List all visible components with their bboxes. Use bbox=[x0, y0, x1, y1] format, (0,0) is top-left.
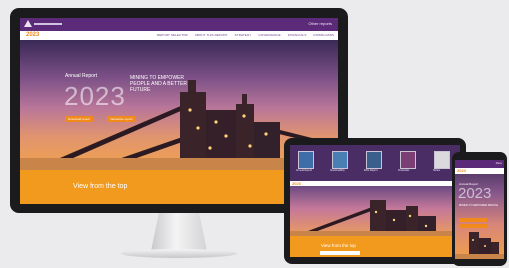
thumb-caption: Notice bbox=[433, 169, 441, 172]
nav-item-financials[interactable]: FINANCIALS bbox=[288, 33, 307, 37]
phone-plant-image bbox=[455, 232, 504, 259]
thumb-caption: Sustainability bbox=[330, 169, 345, 172]
tablet-hero bbox=[290, 186, 460, 236]
monitor-stand-neck bbox=[151, 213, 207, 251]
phone-menu-link[interactable]: Menu bbox=[496, 162, 502, 165]
logo-triangle-icon bbox=[24, 20, 32, 27]
phone-navbar: 2023 bbox=[455, 168, 504, 174]
view-from-top-heading[interactable]: View from the top bbox=[73, 183, 127, 190]
thumb-caption: ESG Report bbox=[364, 169, 378, 172]
other-reports-link[interactable]: Other reports bbox=[308, 21, 332, 26]
hero-report-label: Annual Report bbox=[65, 73, 97, 79]
thumb-sustainability[interactable] bbox=[332, 151, 348, 169]
tablet-plant-image bbox=[290, 200, 460, 236]
hero-year: 2023 bbox=[64, 81, 126, 111]
thumb-notice[interactable] bbox=[434, 151, 450, 169]
monitor-stand-base bbox=[121, 249, 237, 258]
tablet-view-from-top-heading[interactable]: View from the top bbox=[321, 243, 356, 248]
tablet-read-more-button[interactable] bbox=[320, 251, 360, 255]
report-thumbnails: Annual Report Sustainability ESG Report … bbox=[290, 145, 460, 181]
phone-hero-year: 2023 bbox=[458, 185, 492, 202]
thumb-financials[interactable] bbox=[400, 151, 416, 169]
tablet-device: Annual Report Sustainability ESG Report … bbox=[284, 138, 466, 264]
nav-item-report-selector[interactable]: REPORT SELECTOR bbox=[157, 33, 188, 37]
hero-tagline: Mining to empower people and a better fu… bbox=[130, 75, 187, 93]
nav-item-about[interactable]: ABOUT THIS REPORT bbox=[195, 33, 228, 37]
phone-year-tag: 2023 bbox=[457, 168, 466, 173]
tablet-view-from-top-section: View from the top bbox=[290, 236, 460, 257]
thumb-esg-report[interactable] bbox=[366, 151, 382, 169]
nav-menu: REPORT SELECTOR ABOUT THIS REPORT STRATE… bbox=[157, 33, 334, 37]
year-tag: 2023 bbox=[26, 32, 40, 38]
nav-item-governance[interactable]: GOVERNANCE bbox=[258, 33, 280, 37]
phone-hero-tagline: Mining to empower people bbox=[459, 204, 499, 207]
tablet-screen: Annual Report Sustainability ESG Report … bbox=[290, 145, 460, 257]
thumb-annual-report[interactable] bbox=[298, 151, 314, 169]
phone-screen: Menu 2023 Annual Report 2023 Mining to e… bbox=[455, 160, 504, 259]
site-navbar: 2023 REPORT SELECTOR ABOUT THIS REPORT S… bbox=[20, 31, 338, 40]
thumb-caption: Financials bbox=[398, 169, 410, 172]
phone-topbar: Menu bbox=[455, 160, 504, 168]
site-topbar: Other reports bbox=[20, 18, 338, 31]
phone-download-button[interactable] bbox=[459, 218, 487, 222]
thumb-caption: Annual Report bbox=[296, 169, 312, 172]
site-logo[interactable] bbox=[24, 20, 64, 28]
nav-item-downloads[interactable]: DOWNLOADS bbox=[313, 33, 334, 37]
phone-device: Menu 2023 Annual Report 2023 Mining to e… bbox=[452, 152, 507, 266]
nav-item-strategy[interactable]: STRATEGY bbox=[235, 33, 252, 37]
logo-wordmark bbox=[34, 23, 62, 25]
download-report-button[interactable]: Download report bbox=[65, 116, 94, 122]
interactive-report-button[interactable]: Interactive report bbox=[107, 116, 136, 122]
